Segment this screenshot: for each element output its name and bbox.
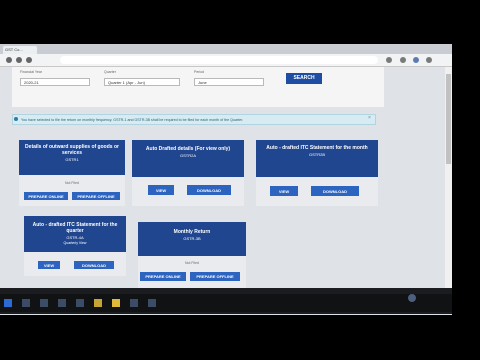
gstr2a-view-button[interactable]: VIEW	[148, 185, 174, 195]
taskbar-app-icon[interactable]	[58, 299, 66, 307]
gstr2a-header: Auto Drafted details (For view only) GST…	[132, 140, 244, 177]
close-icon[interactable]: ×	[368, 115, 371, 121]
gstr3b-prepare-online-button[interactable]: PREPARE ONLINE	[140, 272, 186, 281]
gstr2a-title: Auto Drafted details (For view only)	[145, 146, 231, 152]
taskbar-app-icon[interactable]	[76, 299, 84, 307]
taskbar-app-icon[interactable]	[22, 299, 30, 307]
scroll-top-icon[interactable]	[408, 294, 416, 302]
reload-icon[interactable]	[26, 57, 32, 63]
gstr4a-title: Auto - drafted ITC Statement for the qua…	[32, 222, 118, 234]
chrome-icon[interactable]	[112, 299, 120, 307]
gstr1-prepare-online-button[interactable]: PREPARE ONLINE	[24, 192, 68, 200]
tab-strip	[0, 44, 452, 54]
quarter-select[interactable]: Quarter 1 (Apr - Jun)	[104, 78, 180, 86]
gstr3b-title: Monthly Return	[173, 229, 211, 235]
gstr1-title: Details of outward supplies of goods or …	[25, 144, 119, 156]
gstr2a-download-button[interactable]: DOWNLOAD	[187, 185, 231, 195]
gstr2b-header: Auto - drafted ITC Statement for the mon…	[256, 140, 378, 177]
info-icon	[14, 117, 18, 121]
scrollbar-thumb[interactable]	[446, 74, 451, 164]
gstr2a-code: GSTR2A	[179, 153, 196, 158]
gstr3b-prepare-offline-button[interactable]: PREPARE OFFLINE	[190, 272, 240, 281]
gstr1-prepare-offline-button[interactable]: PREPARE OFFLINE	[72, 192, 120, 200]
forward-icon[interactable]	[16, 57, 22, 63]
gstr2b-code: GSTR2B	[308, 152, 325, 157]
search-button[interactable]: SEARCH	[286, 73, 322, 84]
taskbar-app-icon[interactable]	[130, 299, 138, 307]
star-icon[interactable]	[386, 57, 392, 63]
gstr2b-title: Auto - drafted ITC Statement for the mon…	[266, 145, 368, 151]
browser-tab[interactable]: GST Co...	[3, 46, 37, 54]
taskbar-app-icon[interactable]	[40, 299, 48, 307]
extension-icon[interactable]	[400, 57, 406, 63]
menu-icon[interactable]	[426, 57, 432, 63]
financial-year-select[interactable]: 2020-21	[20, 78, 90, 86]
gstr2b-download-button[interactable]: DOWNLOAD	[311, 186, 359, 196]
gstr3b-status: Not Filed	[184, 261, 199, 265]
financial-year-label: Financial Year	[20, 70, 42, 74]
back-icon[interactable]	[6, 57, 12, 63]
taskbar	[0, 294, 452, 312]
quarter-label: Quarter	[104, 70, 116, 74]
taskbar-app-icon[interactable]	[148, 299, 156, 307]
gstr4a-view-button[interactable]: VIEW	[38, 261, 60, 269]
period-label: Period	[194, 70, 205, 74]
gstr3b-header: Monthly Return GSTR-3B	[138, 222, 246, 256]
gstr4a-header: Auto - drafted ITC Statement for the qua…	[24, 216, 126, 252]
gstr4a-download-button[interactable]: DOWNLOAD	[74, 261, 114, 269]
info-message: You have selected to file the return on …	[12, 114, 376, 125]
gstr4a-subtitle: Quarterly View	[63, 241, 87, 245]
folder-icon[interactable]	[94, 299, 102, 307]
url-input[interactable]	[60, 56, 378, 64]
period-select[interactable]: June	[194, 78, 264, 86]
gstr1-header: Details of outward supplies of goods or …	[19, 140, 125, 175]
gstr3b-code: GSTR-3B	[183, 236, 201, 241]
gstr1-status: Not Filed	[64, 181, 79, 185]
gstr1-code: GSTR1	[65, 157, 79, 162]
start-icon[interactable]	[4, 299, 12, 307]
profile-icon[interactable]	[413, 57, 419, 63]
gstr4a-code: GSTR-4A	[66, 235, 84, 240]
gstr2b-view-button[interactable]: VIEW	[270, 186, 298, 196]
